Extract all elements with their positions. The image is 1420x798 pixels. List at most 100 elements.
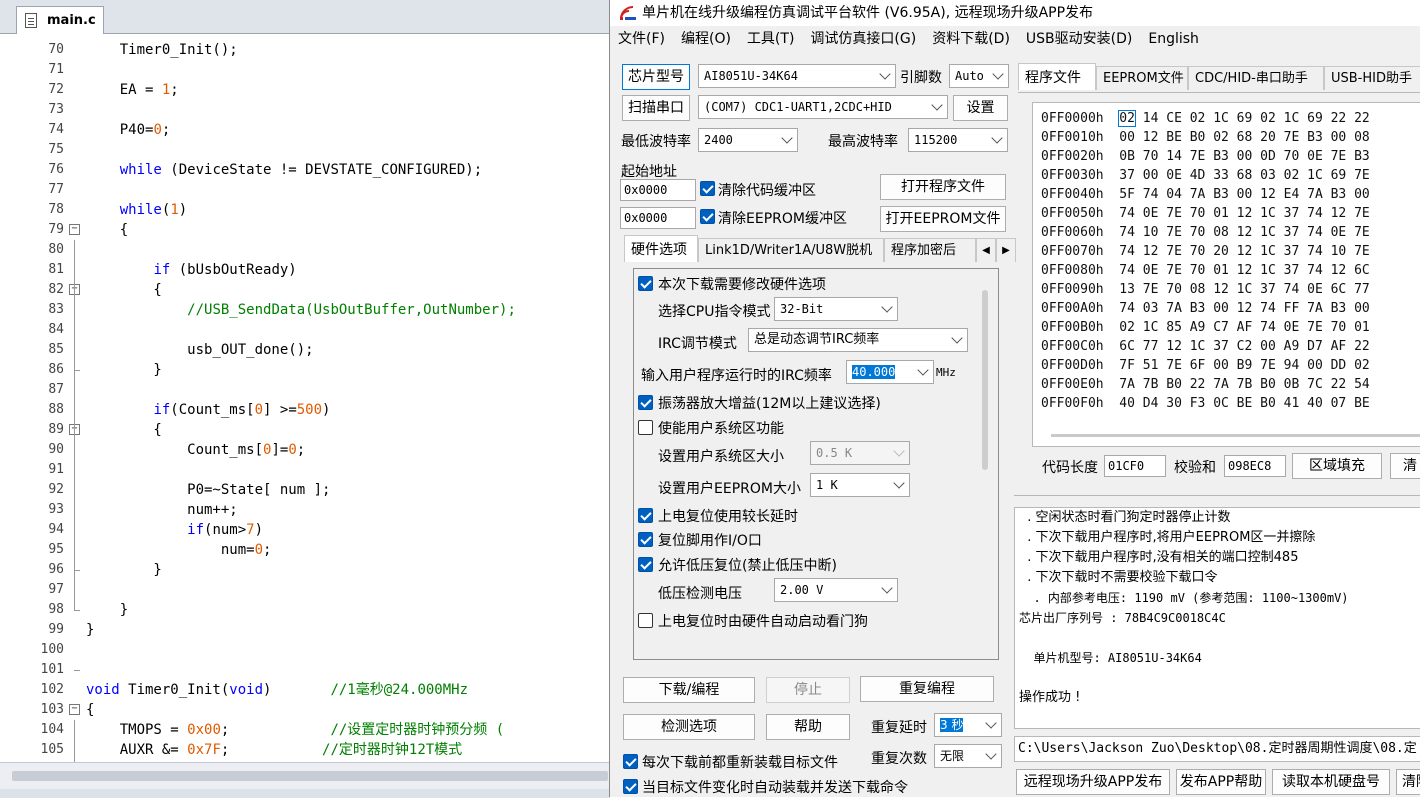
clear-buffer-button[interactable]: 清 xyxy=(1390,453,1420,479)
chip-model-select[interactable]: AI8051U-34K64 xyxy=(698,64,896,88)
repeat-program-button[interactable]: 重复编程 xyxy=(860,676,994,702)
code-line[interactable]: { xyxy=(86,220,128,240)
code-line[interactable]: void Timer0_Init(void) //1毫秒@24.000MHz xyxy=(86,680,468,700)
hex-row[interactable]: 0FF00D0h 7F 51 7E 6F 00 B9 7E 94 00 DD 0… xyxy=(1041,356,1370,375)
user-eeprom-select[interactable]: 1 K xyxy=(810,473,910,497)
stop-button[interactable]: 停止 xyxy=(766,677,850,703)
wdt-checkbox[interactable] xyxy=(638,613,653,628)
scan-port-button[interactable]: 扫描串口 xyxy=(622,95,690,121)
hex-row[interactable]: 0FF00A0h 74 03 7A B3 00 12 74 FF 7A B3 0… xyxy=(1041,299,1370,318)
reset-io-checkbox[interactable] xyxy=(638,532,653,547)
read-disk-id-button[interactable]: 读取本机硬盘号 xyxy=(1272,769,1390,795)
code-line[interactable]: //USB_SendData(UsbOutBuffer,OutNumber); xyxy=(86,300,516,320)
max-baud-select[interactable]: 115200 xyxy=(908,128,1008,152)
fold-toggle-icon[interactable]: − xyxy=(69,704,80,715)
tab-main-c[interactable]: main.c xyxy=(16,6,104,34)
code-line[interactable]: while(1) xyxy=(86,200,187,220)
pins-select[interactable]: Auto xyxy=(949,64,1009,88)
hex-row[interactable]: 0FF0080h 74 0E 7E 70 01 12 1C 37 74 12 6… xyxy=(1041,261,1370,280)
code-line[interactable]: } xyxy=(86,620,94,640)
publish-app-button[interactable]: 远程现场升级APP发布 xyxy=(1016,769,1170,795)
menu-item[interactable]: USB驱动安装(D) xyxy=(1018,26,1140,52)
hex-row[interactable]: 0FF0030h 37 00 0E 4D 33 68 03 02 1C 69 7… xyxy=(1041,166,1370,185)
min-baud-select[interactable]: 2400 xyxy=(698,128,798,152)
tab-scroll-left-icon[interactable]: ◀ xyxy=(976,238,996,262)
settings-button[interactable]: 设置 xyxy=(953,95,1008,121)
tab-usb-hid[interactable]: USB-HID助手 xyxy=(1324,66,1420,90)
code-line[interactable]: P40=0; xyxy=(86,120,171,140)
code-area[interactable]: Timer0_Init(); EA = 1; P40=0; while (Dev… xyxy=(86,38,610,762)
osc-gain-checkbox[interactable] xyxy=(638,395,653,410)
file-path-field[interactable]: C:\Users\Jackson Zuo\Desktop\08.定时器周期性调度… xyxy=(1014,736,1420,762)
code-start-address[interactable]: 0x0000 xyxy=(620,179,696,201)
code-line[interactable]: EA = 1; xyxy=(86,80,179,100)
hex-row[interactable]: 0FF0040h 5F 74 04 7A B3 00 12 E4 7A B3 0… xyxy=(1041,185,1370,204)
long-delay-checkbox[interactable] xyxy=(638,508,653,523)
menu-item[interactable]: 文件(F) xyxy=(610,26,673,52)
code-line[interactable]: if(Count_ms[0] >=500) xyxy=(86,400,330,420)
open-eeprom-file-button[interactable]: 打开EEPROM文件 xyxy=(880,206,1006,232)
horizontal-scrollbar[interactable] xyxy=(0,762,610,798)
code-line[interactable]: P0=~State[ num ]; xyxy=(86,480,330,500)
fold-toggle-icon[interactable]: − xyxy=(69,224,80,235)
code-line[interactable]: { xyxy=(86,700,94,720)
splitter[interactable] xyxy=(1014,495,1420,496)
hex-horizontal-scrollbar[interactable] xyxy=(1051,434,1420,437)
code-line[interactable]: usb_OUT_done(); xyxy=(86,340,313,360)
hex-row[interactable]: 0FF0020h 0B 70 14 7E B3 00 0D 70 0E 7E B… xyxy=(1041,147,1370,166)
code-line[interactable]: Timer0_Init(); xyxy=(86,40,238,60)
menu-item[interactable]: 编程(O) xyxy=(673,26,739,52)
tab-hardware-options[interactable]: 硬件选项 xyxy=(624,235,698,262)
hex-row[interactable]: 0FF00C0h 6C 77 12 1C 37 C2 00 A9 D7 AF 2… xyxy=(1041,337,1370,356)
code-line[interactable]: while (DeviceState != DEVSTATE_CONFIGURE… xyxy=(86,160,482,180)
tab-eeprom-file[interactable]: EEPROM文件 xyxy=(1096,66,1188,90)
code-line[interactable]: AUXR &= 0x7F; //定时器时钟12T模式 xyxy=(86,740,462,760)
publish-help-button[interactable]: 发布APP帮助 xyxy=(1176,769,1266,795)
auto-reload-checkbox[interactable] xyxy=(623,779,638,794)
scrollbar-thumb[interactable] xyxy=(12,771,608,781)
menu-item[interactable]: 调试仿真接口(G) xyxy=(802,26,924,52)
hex-row[interactable]: 0FF00F0h 40 D4 30 F3 0C BE B0 41 40 07 B… xyxy=(1041,394,1370,413)
code-line[interactable]: { xyxy=(86,280,161,300)
fill-area-button[interactable]: 区域填充 xyxy=(1292,453,1382,479)
irc-freq-select[interactable]: 40.000 xyxy=(846,360,934,384)
code-line[interactable]: if(num>7) xyxy=(86,520,263,540)
reload-each-checkbox[interactable] xyxy=(623,754,638,769)
code-line[interactable]: num++; xyxy=(86,500,238,520)
repeat-count-select[interactable]: 无限 xyxy=(934,744,1002,768)
menu-item[interactable]: English xyxy=(1140,26,1207,52)
port-select[interactable]: (COM7) CDC1-UART1,2CDC+HID xyxy=(698,95,948,119)
hex-row[interactable]: 0FF00E0h 7A 7B B0 22 7A 7B B0 0B 7C 22 5… xyxy=(1041,375,1370,394)
hex-row[interactable]: 0FF0050h 74 0E 7E 70 01 12 1C 37 74 12 7… xyxy=(1041,204,1370,223)
output-log[interactable]: . 空闲状态时看门狗定时器停止计数 . 下次下载用户程序时,将用户EEPROM区… xyxy=(1014,507,1420,729)
user-sys-checkbox[interactable] xyxy=(638,420,653,435)
clear-log-button[interactable]: 清除 xyxy=(1396,769,1420,795)
tab-program-file[interactable]: 程序文件 xyxy=(1018,63,1096,90)
code-line[interactable]: if (bUsbOutReady) xyxy=(86,260,296,280)
lvr-checkbox[interactable] xyxy=(638,557,653,572)
help-button[interactable]: 帮助 xyxy=(766,714,850,740)
hex-row[interactable]: 0FF0070h 74 12 7E 70 20 12 1C 37 74 10 7… xyxy=(1041,242,1370,261)
eeprom-start-address[interactable]: 0x0000 xyxy=(620,207,696,229)
repeat-delay-select[interactable]: 3 秒 xyxy=(934,713,1002,737)
detect-options-button[interactable]: 检测选项 xyxy=(623,714,755,740)
hex-view[interactable]: 0FF0000h 02 14 CE 02 1C 69 02 1C 69 22 2… xyxy=(1032,102,1420,447)
cpu-mode-select[interactable]: 32-Bit xyxy=(774,297,898,321)
hex-row[interactable]: 0FF00B0h 02 1C 85 A9 C7 AF 74 0E 7E 70 0… xyxy=(1041,318,1370,337)
code-line[interactable]: TMOPS = 0x00; //设置定时器时钟预分频 ( xyxy=(86,720,504,740)
tab-encryption[interactable]: 程序加密后 xyxy=(884,238,976,262)
code-line[interactable]: } xyxy=(86,560,161,580)
clear-eeprom-checkbox[interactable] xyxy=(700,209,715,224)
hex-row[interactable]: 0FF0000h 02 14 CE 02 1C 69 02 1C 69 22 2… xyxy=(1041,109,1370,128)
tab-cdc-hid-serial[interactable]: CDC/HID-串口助手 xyxy=(1188,66,1324,90)
hex-row[interactable]: 0FF0060h 74 10 7E 70 08 12 1C 37 74 0E 7… xyxy=(1041,223,1370,242)
user-sys-size-select[interactable]: 0.5 K xyxy=(810,441,910,465)
tab-scroll-right-icon[interactable]: ▶ xyxy=(996,238,1016,262)
irc-mode-select[interactable]: 总是动态调节IRC频率 xyxy=(748,328,968,352)
hex-row[interactable]: 0FF0010h 00 12 BE B0 02 68 20 7E B3 00 0… xyxy=(1041,128,1370,147)
code-line[interactable]: Count_ms[0]=0; xyxy=(86,440,305,460)
tab-offline-writer[interactable]: Link1D/Writer1A/U8W脱机 xyxy=(698,238,884,262)
code-line[interactable]: } xyxy=(86,600,128,620)
lvd-select[interactable]: 2.00 V xyxy=(774,578,898,602)
clear-code-checkbox[interactable] xyxy=(700,181,715,196)
